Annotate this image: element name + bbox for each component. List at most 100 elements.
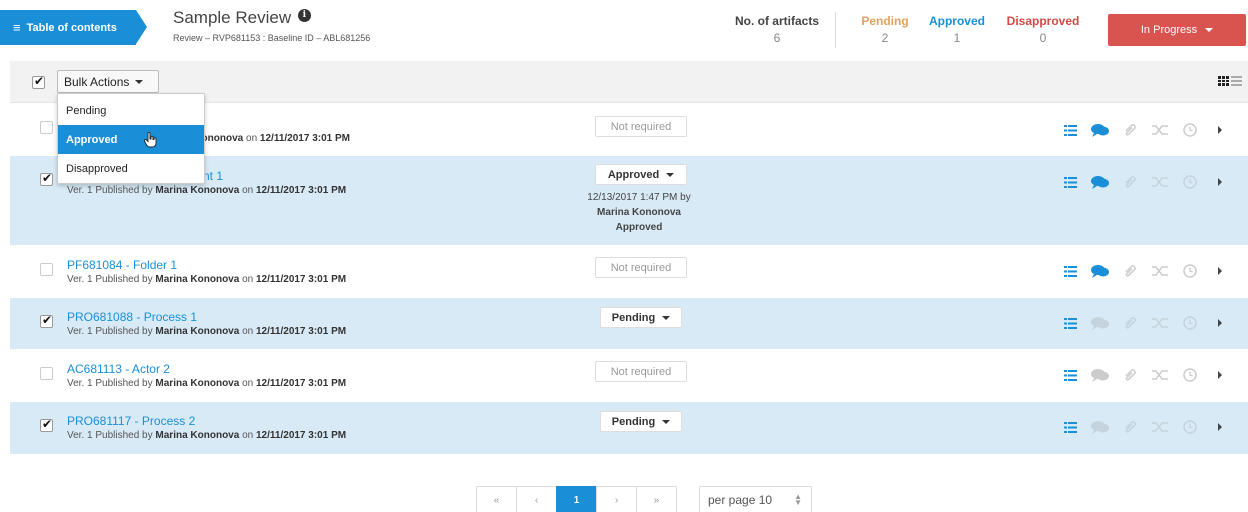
trace-icon[interactable] [1151, 367, 1169, 383]
clock-icon[interactable] [1181, 122, 1199, 138]
stat-divider [835, 12, 836, 48]
comments-icon[interactable] [1091, 419, 1109, 435]
status-dropdown[interactable]: Approved [595, 164, 687, 185]
approved-count: 1 [953, 31, 961, 45]
meta-prefix: Ver. 1 Published by [67, 430, 153, 441]
table-row[interactable]: PRO681088 - Process 1 Ver. 1 Published b… [10, 298, 1248, 350]
bulk-actions-button[interactable]: Bulk Actions [57, 70, 159, 93]
details-list-icon[interactable] [1061, 315, 1079, 331]
per-page-label: per page 10 [708, 493, 773, 507]
details-list-icon[interactable] [1061, 367, 1079, 383]
review-subtitle: Review – RVP681153 : Baseline ID – ABL68… [173, 33, 371, 43]
author-name: Marina Kononova [155, 326, 240, 337]
publish-date: 12/11/2017 3:01 PM [256, 274, 347, 285]
clock-icon[interactable] [1181, 419, 1199, 435]
pagination: « ‹ 1 › » [476, 486, 677, 512]
approval-time: 12/13/2017 1:47 PM by [587, 192, 691, 203]
chevron-down-icon [666, 172, 675, 177]
trace-icon[interactable] [1151, 315, 1169, 331]
trace-icon[interactable] [1151, 263, 1169, 279]
review-status-button[interactable]: In Progress [1108, 14, 1246, 46]
artifact-title[interactable]: PF681084 - Folder 1 [67, 258, 177, 272]
artifact-title[interactable]: nt 1 [203, 169, 223, 183]
details-list-icon[interactable] [1061, 174, 1079, 190]
bulk-actions-menu: Pending Approved Disapproved [57, 93, 205, 184]
approval-state: Approved [615, 222, 663, 233]
row-meta: a Kononova on 12/11/2017 3:01 PM [186, 133, 350, 144]
details-list-icon[interactable] [1061, 122, 1079, 138]
attachment-icon[interactable] [1121, 315, 1139, 331]
chevron-right-icon[interactable] [1211, 174, 1229, 190]
meta-on: on [246, 133, 258, 144]
details-list-icon[interactable] [1061, 419, 1079, 435]
clock-icon[interactable] [1181, 315, 1199, 331]
row-checkbox[interactable] [40, 417, 53, 432]
meta-on: on [242, 326, 254, 337]
clock-icon[interactable] [1181, 174, 1199, 190]
row-checkbox[interactable] [40, 313, 53, 328]
attachment-icon[interactable] [1121, 367, 1139, 383]
next-page-button[interactable]: › [596, 486, 637, 512]
grid-view-icon[interactable] [1218, 76, 1229, 86]
row-actions [1061, 263, 1241, 279]
artifacts-count: 6 [773, 31, 781, 45]
table-row[interactable]: PRO681117 - Process 2 Ver. 1 Published b… [10, 402, 1248, 455]
publish-date: 12/11/2017 3:01 PM [256, 430, 347, 441]
trace-icon[interactable] [1151, 122, 1169, 138]
table-of-contents-button[interactable]: ≡ Table of contents [0, 10, 147, 45]
chevron-right-icon[interactable] [1211, 122, 1229, 138]
list-view-icon[interactable] [1231, 76, 1242, 86]
table-row[interactable]: AC681113 - Actor 2 Ver. 1 Published by M… [10, 350, 1248, 402]
per-page-select[interactable]: per page 10 ▲ ▼ [699, 486, 812, 512]
row-checkbox[interactable] [40, 121, 53, 134]
menu-item-approved[interactable]: Approved [58, 125, 204, 154]
status-dropdown[interactable]: Pending [600, 307, 682, 328]
chevron-right-icon[interactable] [1211, 419, 1229, 435]
trace-icon[interactable] [1151, 174, 1169, 190]
first-page-button[interactable]: « [476, 486, 517, 512]
artifact-title[interactable]: PRO681117 - Process 2 [67, 414, 195, 428]
menu-item-pending[interactable]: Pending [58, 96, 204, 125]
pending-label: Pending [861, 14, 909, 28]
chevron-right-icon[interactable] [1211, 367, 1229, 383]
row-actions [1061, 367, 1241, 383]
row-checkbox[interactable] [40, 171, 53, 186]
attachment-icon[interactable] [1121, 263, 1139, 279]
row-checkbox[interactable] [40, 367, 53, 380]
chevron-right-icon[interactable] [1211, 263, 1229, 279]
menu-item-disapproved[interactable]: Disapproved [58, 154, 204, 183]
publish-date: 12/11/2017 3:01 PM [256, 378, 347, 389]
comments-icon[interactable] [1091, 367, 1109, 383]
attachment-icon[interactable] [1121, 122, 1139, 138]
comments-icon[interactable] [1091, 122, 1109, 138]
artifacts-label: No. of artifacts [734, 14, 819, 28]
artifact-title[interactable]: PRO681088 - Process 1 [67, 310, 197, 324]
hamburger-icon: ≡ [13, 20, 21, 35]
table-row[interactable]: PF681084 - Folder 1 Ver. 1 Published by … [10, 246, 1248, 298]
comments-icon[interactable] [1091, 174, 1109, 190]
meta-prefix: Ver. 1 Published by [67, 185, 153, 196]
author-name: Marina Kononova [155, 185, 240, 196]
clock-icon[interactable] [1181, 263, 1199, 279]
page-1-button[interactable]: 1 [556, 486, 597, 512]
review-status-label: In Progress [1140, 24, 1198, 36]
comments-icon[interactable] [1091, 315, 1109, 331]
status-dropdown[interactable]: Pending [600, 411, 682, 432]
details-list-icon[interactable] [1061, 263, 1079, 279]
attachment-icon[interactable] [1121, 419, 1139, 435]
attachment-icon[interactable] [1121, 174, 1139, 190]
artifact-title[interactable]: AC681113 - Actor 2 [67, 362, 170, 376]
prev-page-button[interactable]: ‹ [516, 486, 557, 512]
last-page-button[interactable]: » [636, 486, 677, 512]
trace-icon[interactable] [1151, 419, 1169, 435]
info-icon[interactable]: i [297, 9, 311, 22]
chevron-down-icon [135, 79, 144, 84]
clock-icon[interactable] [1181, 367, 1199, 383]
comments-icon[interactable] [1091, 263, 1109, 279]
row-checkbox[interactable] [40, 263, 53, 276]
chevron-right-icon[interactable] [1211, 315, 1229, 331]
author-name: Marina Kononova [155, 274, 240, 285]
select-all-checkbox[interactable] [32, 74, 45, 89]
meta-on: on [242, 430, 254, 441]
chevron-down-icon [662, 315, 671, 320]
